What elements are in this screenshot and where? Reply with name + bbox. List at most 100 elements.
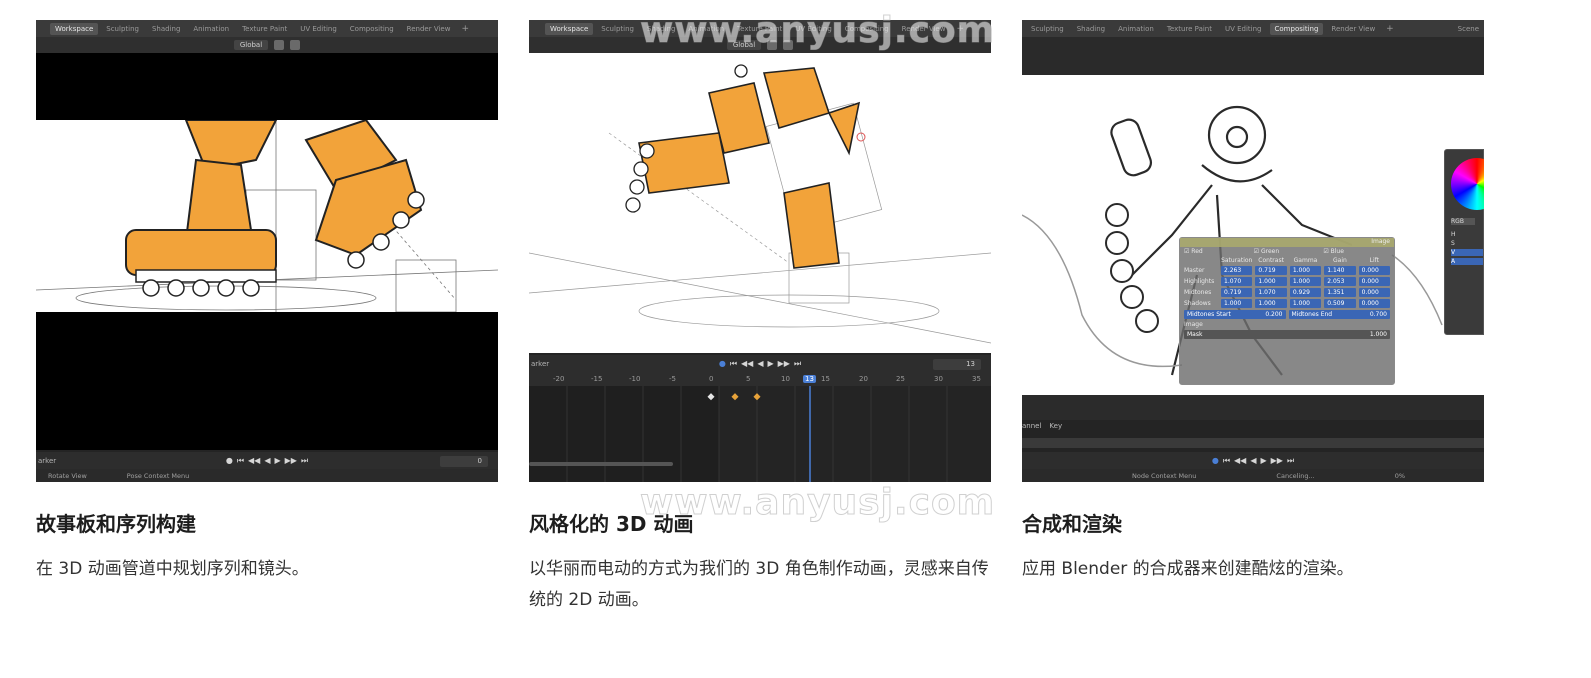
frame-ruler[interactable]: -20 -15 -10 -5 0 5 10 13 15 20 25 30 35 (529, 373, 991, 386)
channel-menu[interactable]: annel (1022, 422, 1041, 434)
value-field[interactable]: 0.719 (1221, 288, 1253, 297)
red-checkbox[interactable]: ☑ Red (1184, 248, 1251, 255)
play-icon[interactable]: ▶ (1260, 456, 1266, 466)
node-header[interactable] (1180, 238, 1394, 247)
current-frame-field[interactable]: 0 (440, 455, 488, 467)
tab-uv-editing[interactable]: UV Editing (1220, 23, 1267, 35)
jump-start-icon[interactable]: ⏮ (237, 456, 244, 466)
value-field[interactable]: 1.000 (1289, 266, 1322, 275)
ruler-current-frame[interactable]: 13 (803, 375, 816, 383)
tab-render-view[interactable]: Render View (1326, 23, 1380, 35)
add-workspace-icon[interactable]: + (458, 24, 472, 34)
proportional-edit-icon[interactable] (290, 40, 301, 50)
record-icon[interactable]: ● (719, 359, 726, 369)
status-node-menu: Node Context Menu (1132, 471, 1197, 480)
tab-shading[interactable]: Shading (147, 23, 185, 35)
tab-workspace[interactable]: Workspace (50, 22, 99, 35)
marker-menu-label[interactable]: arker (36, 457, 56, 465)
next-key-icon[interactable]: ▶▶ (778, 359, 790, 369)
jump-end-icon[interactable]: ⏭ (1287, 456, 1294, 466)
card-title[interactable]: 合成和渲染 (1022, 510, 1484, 538)
prev-key-icon[interactable]: ◀◀ (248, 456, 260, 466)
alpha-field[interactable]: A (1451, 258, 1483, 265)
card-stylized-animation[interactable]: Workspace Sculpting Shading Animation Te… (529, 20, 991, 616)
transform-orientation-select[interactable]: Global (233, 40, 269, 50)
card-storyboard[interactable]: Workspace Sculpting Shading Animation Te… (36, 20, 498, 585)
record-icon[interactable]: ● (1212, 456, 1219, 466)
color-picker-panel[interactable]: RGB H S V A (1444, 149, 1484, 335)
value-field[interactable]: 1.000 (1289, 299, 1322, 308)
tab-sculpting[interactable]: Sculpting (101, 23, 144, 35)
color-wheel[interactable] (1451, 158, 1484, 210)
value-field[interactable]: 0.719 (1255, 266, 1287, 275)
viewport-3d[interactable] (529, 53, 991, 353)
value-field[interactable]: 1.070 (1221, 277, 1253, 286)
value-field[interactable]: 0.509 (1324, 299, 1356, 308)
value-field[interactable]: 0.000 (1358, 299, 1391, 308)
value-field[interactable]: 1.000 (1221, 299, 1253, 308)
tab-sculpting[interactable]: Sculpting (596, 23, 639, 35)
tab-texture-paint[interactable]: Texture Paint (1162, 23, 1217, 35)
hue-field[interactable]: H (1451, 231, 1483, 238)
letterbox-bottom (36, 312, 498, 450)
next-key-icon[interactable]: ▶▶ (1271, 456, 1283, 466)
viewport-3d[interactable] (36, 120, 498, 312)
value-field[interactable]: 1.000 (1255, 299, 1287, 308)
snap-icon[interactable] (274, 40, 285, 50)
rgb-mode-button[interactable]: RGB (1451, 218, 1475, 225)
jump-start-icon[interactable]: ⏮ (1223, 456, 1230, 466)
tab-compositing[interactable]: Compositing (1269, 22, 1324, 35)
value-field[interactable]: 1.070 (1255, 288, 1287, 297)
play-reverse-icon[interactable]: ◀ (1250, 456, 1256, 466)
value-field[interactable]: 0.929 (1289, 288, 1322, 297)
tab-shading[interactable]: Shading (1072, 23, 1110, 35)
current-frame-field[interactable]: 13 (933, 358, 981, 370)
play-icon[interactable]: ▶ (274, 456, 280, 466)
value-field[interactable]: 1.351 (1324, 288, 1356, 297)
green-checkbox[interactable]: ☑ Green (1254, 248, 1321, 255)
scene-selector[interactable]: Scene (1453, 23, 1484, 35)
prev-key-icon[interactable]: ◀◀ (741, 359, 753, 369)
graph-ruler[interactable] (1022, 438, 1484, 448)
value-field[interactable]: 0.000 (1358, 277, 1391, 286)
marker-menu-label[interactable]: arker (529, 360, 549, 368)
header-gain: Gain (1333, 257, 1347, 264)
play-reverse-icon[interactable]: ◀ (757, 359, 763, 369)
add-workspace-icon[interactable]: + (1383, 24, 1397, 34)
value-field[interactable]: 0.000 (1358, 266, 1391, 275)
tab-animation[interactable]: Animation (188, 23, 234, 35)
value-field[interactable]: 1.140 (1324, 266, 1356, 275)
midtones-end-field[interactable]: Midtones End 0.700 (1288, 310, 1390, 319)
tab-render-view[interactable]: Render View (402, 23, 456, 35)
value-field[interactable]: 1.000 (1255, 277, 1287, 286)
card-compositing[interactable]: Sculpting Shading Animation Texture Pain… (1022, 20, 1484, 585)
value-field[interactable]: 1.000 (1289, 277, 1322, 286)
value-field[interactable]: 2.263 (1221, 266, 1253, 275)
mask-field[interactable]: Mask 1.000 (1184, 330, 1390, 339)
jump-end-icon[interactable]: ⏭ (301, 456, 308, 466)
record-icon[interactable]: ● (226, 456, 233, 466)
tab-texture-paint[interactable]: Texture Paint (237, 23, 292, 35)
blue-checkbox[interactable]: ☑ Blue (1323, 248, 1390, 255)
saturation-field[interactable]: S (1451, 240, 1483, 247)
value-field[interactable]: 2.053 (1324, 277, 1356, 286)
value-field[interactable]: 0.000 (1358, 288, 1391, 297)
tab-sculpting[interactable]: Sculpting (1026, 23, 1069, 35)
value-field[interactable]: V (1451, 249, 1483, 256)
next-key-icon[interactable]: ▶▶ (285, 456, 297, 466)
jump-start-icon[interactable]: ⏮ (730, 359, 737, 369)
tab-uv-editing[interactable]: UV Editing (295, 23, 342, 35)
tab-workspace[interactable]: Workspace (545, 22, 594, 35)
key-menu[interactable]: Key (1049, 422, 1062, 434)
tab-animation[interactable]: Animation (1113, 23, 1159, 35)
tab-compositing[interactable]: Compositing (345, 23, 399, 35)
prev-key-icon[interactable]: ◀◀ (1234, 456, 1246, 466)
dopesheet-area[interactable] (529, 386, 991, 482)
midtones-start-field[interactable]: Midtones Start 0.200 (1184, 310, 1286, 319)
backdrop-viewer[interactable]: ☑ Red ☑ Green ☑ Blue Saturation Contrast… (1022, 75, 1484, 395)
jump-end-icon[interactable]: ⏭ (794, 359, 801, 369)
color-balance-node[interactable]: ☑ Red ☑ Green ☑ Blue Saturation Contrast… (1179, 237, 1395, 385)
play-icon[interactable]: ▶ (767, 359, 773, 369)
play-reverse-icon[interactable]: ◀ (264, 456, 270, 466)
card-title[interactable]: 故事板和序列构建 (36, 510, 498, 538)
